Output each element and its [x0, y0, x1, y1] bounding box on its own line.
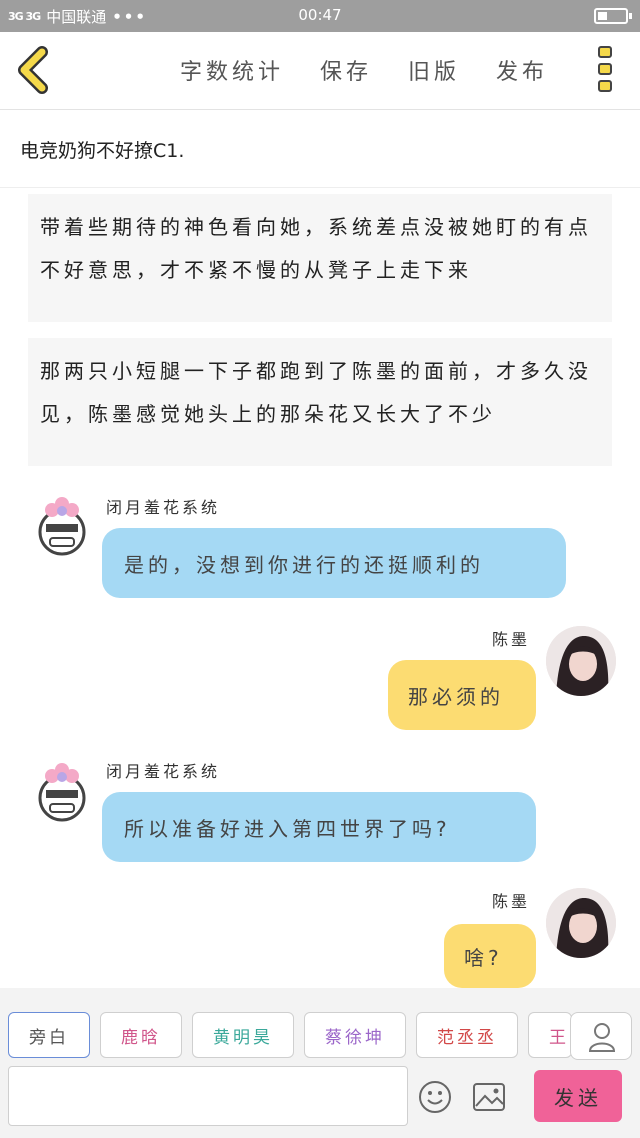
more-menu-icon[interactable]: [598, 46, 614, 96]
cartoon-face-icon: [38, 763, 86, 822]
tag-character[interactable]: 鹿晗: [100, 1012, 182, 1058]
emoji-icon: [419, 1081, 451, 1113]
message-bubble[interactable]: 是的，没想到你进行的还挺顺利的: [102, 528, 566, 598]
battery-icon: [594, 8, 632, 24]
message-bubble[interactable]: 啥?: [444, 924, 536, 988]
message-bubble[interactable]: 那必须的: [388, 660, 536, 730]
tag-narrator[interactable]: 旁白: [8, 1012, 90, 1058]
person-icon: [588, 1023, 616, 1052]
image-button[interactable]: [472, 1082, 506, 1112]
back-button[interactable]: [14, 46, 54, 94]
narration-block[interactable]: 带着些期待的神色看向她，系统差点没被她盯的有点不好意思，才不紧不慢的从凳子上走下…: [28, 194, 612, 322]
character-manage-button[interactable]: [570, 1012, 632, 1060]
image-icon: [473, 1083, 505, 1111]
publish-button[interactable]: 发布: [496, 54, 548, 86]
story-content[interactable]: 带着些期待的神色看向她，系统差点没被她盯的有点不好意思，才不紧不慢的从凳子上走下…: [0, 188, 640, 988]
character-tag-list: 旁白 鹿晗 黄明昊 蔡徐坤 范丞丞 王: [8, 1012, 572, 1058]
back-arrow-icon: [18, 46, 48, 94]
top-toolbar: 字数统计 保存 旧版 发布: [0, 32, 640, 110]
old-version-button[interactable]: 旧版: [408, 54, 460, 86]
word-count-button[interactable]: 字数统计: [180, 54, 284, 86]
narration-block[interactable]: 那两只小短腿一下子都跑到了陈墨的面前，才多久没见，陈墨感觉她头上的那朵花又长大了…: [28, 338, 612, 466]
user-avatar[interactable]: [546, 626, 616, 696]
status-bar: 3G 3G 中国联通 ••• 00:47: [0, 0, 640, 32]
message-input[interactable]: [8, 1066, 408, 1126]
chapter-title: 电竞奶狗不好撩C1.: [20, 140, 185, 162]
system-avatar[interactable]: [28, 758, 96, 826]
user-avatar[interactable]: [546, 888, 616, 958]
save-button[interactable]: 保存: [320, 54, 372, 86]
send-button[interactable]: 发送: [534, 1070, 622, 1122]
tag-character[interactable]: 范丞丞: [416, 1012, 518, 1058]
tag-character[interactable]: 黄明昊: [192, 1012, 294, 1058]
portrait-icon: [546, 626, 616, 696]
speaker-name: 陈墨: [492, 892, 531, 911]
emoji-button[interactable]: [418, 1080, 452, 1114]
chapter-title-bar[interactable]: 电竞奶狗不好撩C1.: [0, 110, 640, 188]
speaker-name: 闭月羞花系统: [106, 498, 221, 517]
clock: 00:47: [298, 6, 342, 24]
bottom-composer: 旁白 鹿晗 黄明昊 蔡徐坤 范丞丞 王 发送: [0, 988, 640, 1138]
tag-character[interactable]: 王: [528, 1012, 572, 1058]
speaker-name: 闭月羞花系统: [106, 762, 221, 781]
system-avatar[interactable]: [28, 492, 96, 560]
speaker-name: 陈墨: [492, 630, 531, 649]
tag-character[interactable]: 蔡徐坤: [304, 1012, 406, 1058]
message-bubble[interactable]: 所以准备好进入第四世界了吗?: [102, 792, 536, 862]
cartoon-face-icon: [38, 497, 86, 556]
portrait-icon: [546, 888, 616, 958]
